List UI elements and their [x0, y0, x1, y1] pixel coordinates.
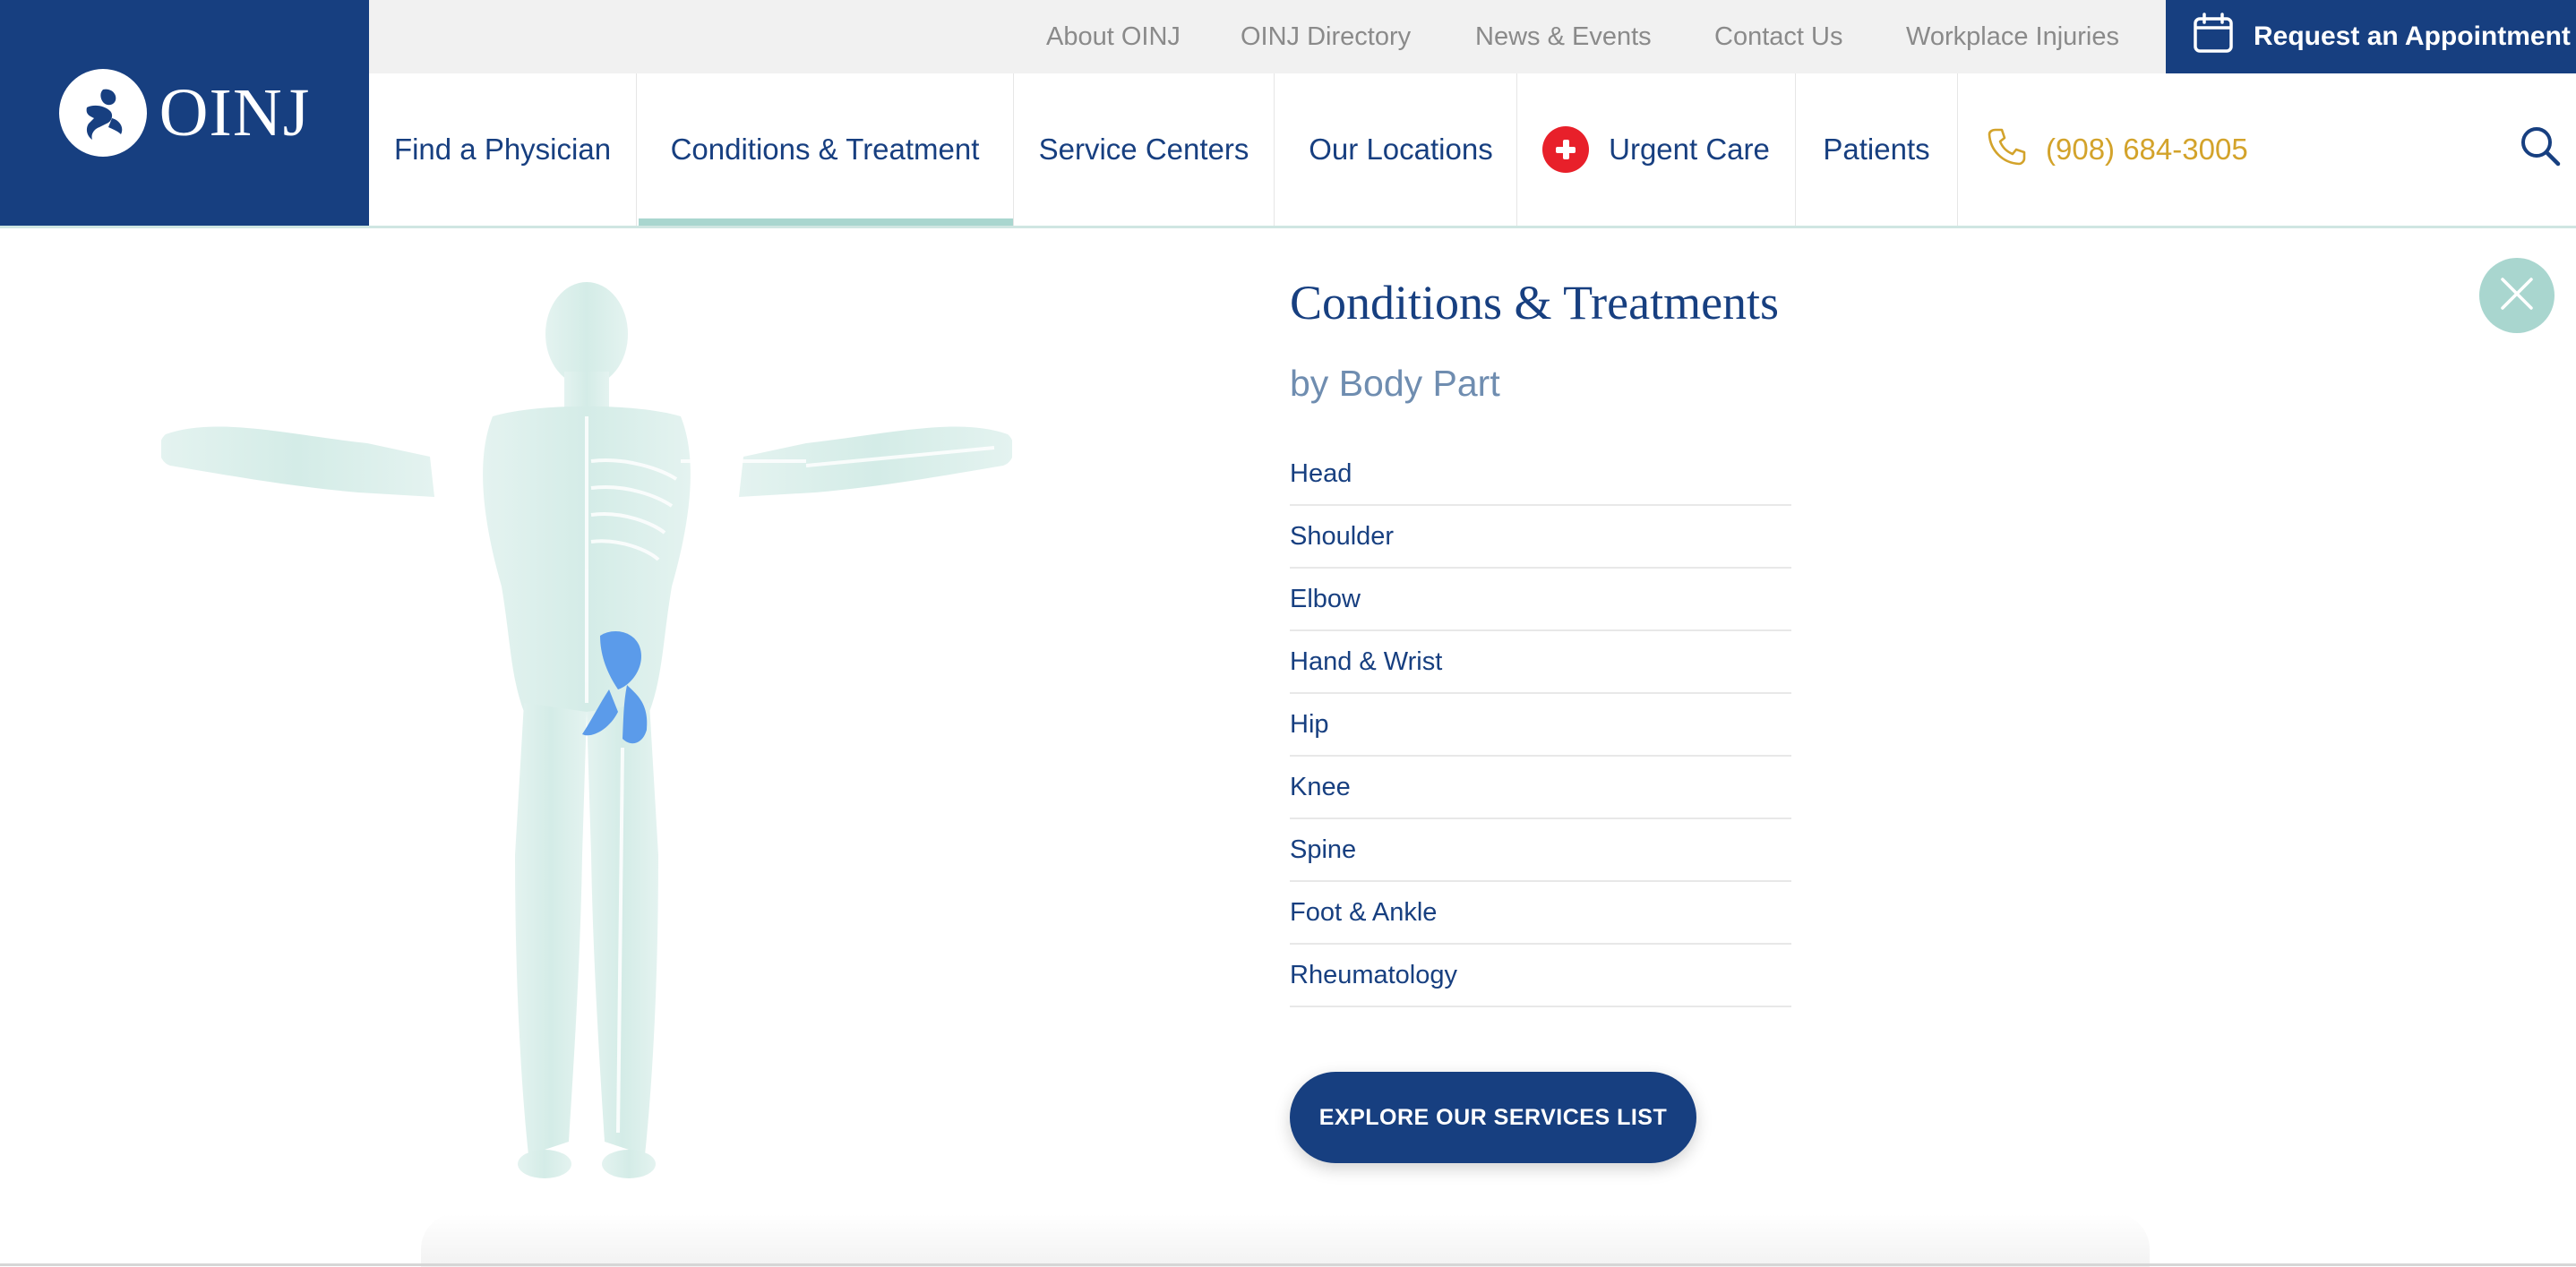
body-part-list: Head Shoulder Elbow Hand & Wrist Hip Kne…: [1290, 443, 1791, 1007]
human-body-illustration[interactable]: [161, 282, 1012, 1195]
utility-link-workplace-injuries[interactable]: Workplace Injuries: [1906, 0, 2119, 73]
medical-cross-icon: [1542, 126, 1590, 173]
body-part-foot-ankle[interactable]: Foot & Ankle: [1290, 882, 1791, 945]
explore-services-button[interactable]: EXPLORE OUR SERVICES LIST: [1290, 1072, 1696, 1163]
main-nav: Find a Physician Conditions & Treatment …: [369, 73, 2576, 226]
logo-wordmark: OINJ: [159, 75, 311, 150]
nav-patients[interactable]: Patients: [1796, 73, 1957, 226]
body-part-shoulder[interactable]: Shoulder: [1290, 506, 1791, 569]
body-part-hip[interactable]: Hip: [1290, 694, 1791, 757]
utility-link-about[interactable]: About OINJ: [1046, 0, 1181, 73]
nav-phone-link[interactable]: (908) 684-3005: [1987, 73, 2255, 226]
nav-service-centers[interactable]: Service Centers: [1014, 73, 1274, 226]
conditions-mega-menu: Conditions & Treatments by Body Part Hea…: [0, 228, 2576, 1267]
runner-logo-icon: [58, 69, 147, 157]
nav-our-locations[interactable]: Our Locations: [1275, 73, 1527, 226]
utility-link-contact[interactable]: Contact Us: [1714, 0, 1842, 73]
search-icon: [2519, 124, 2562, 175]
body-part-head[interactable]: Head: [1290, 443, 1791, 506]
close-menu-button[interactable]: [2479, 258, 2555, 333]
panel-subtitle: by Body Part: [1290, 363, 1500, 404]
body-part-hand-wrist[interactable]: Hand & Wrist: [1290, 631, 1791, 694]
phone-number: (908) 684-3005: [2046, 133, 2248, 166]
nav-divider: [1957, 73, 1958, 226]
body-part-rheumatology[interactable]: Rheumatology: [1290, 945, 1791, 1007]
search-button[interactable]: [2504, 73, 2576, 226]
request-appointment-button[interactable]: Request an Appointment: [2166, 0, 2576, 73]
nav-urgent-care-label: Urgent Care: [1609, 133, 1770, 166]
phone-icon: [1987, 126, 2026, 173]
close-icon: [2499, 276, 2535, 316]
body-part-knee[interactable]: Knee: [1290, 757, 1791, 819]
calendar-icon: [2193, 13, 2234, 61]
nav-conditions-treatment[interactable]: Conditions & Treatment: [637, 73, 1013, 226]
nav-active-indicator: [639, 218, 1013, 226]
utility-link-news-events[interactable]: News & Events: [1475, 0, 1652, 73]
nav-find-physician[interactable]: Find a Physician: [369, 73, 636, 226]
panel-title: Conditions & Treatments: [1290, 276, 1780, 330]
utility-link-directory[interactable]: OINJ Directory: [1241, 0, 1411, 73]
body-part-elbow[interactable]: Elbow: [1290, 569, 1791, 631]
panel-shadow: [421, 1213, 2150, 1267]
oinj-logo[interactable]: OINJ: [0, 0, 369, 226]
request-appointment-label: Request an Appointment: [2254, 21, 2571, 51]
body-part-spine[interactable]: Spine: [1290, 819, 1791, 882]
nav-urgent-care[interactable]: Urgent Care: [1517, 73, 1795, 226]
